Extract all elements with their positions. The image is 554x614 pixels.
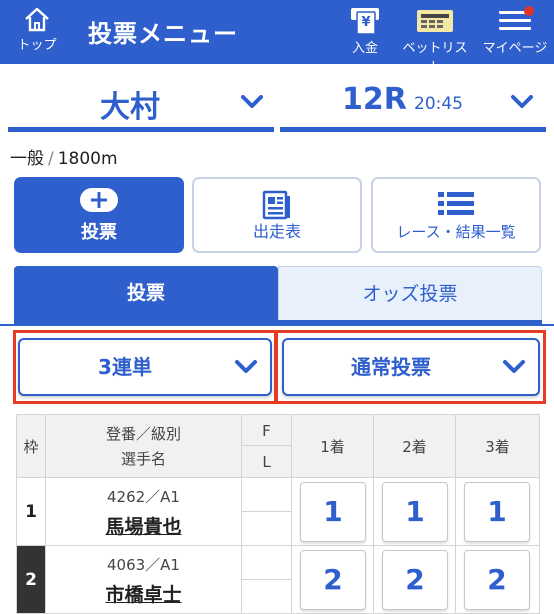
- header-racer-line1: 登番／級別: [105, 425, 181, 443]
- bet-type-select[interactable]: 3連単: [18, 338, 272, 396]
- vote-method-select[interactable]: 通常投票: [282, 338, 540, 396]
- header-l: L: [242, 446, 292, 478]
- top-nav-button[interactable]: トップ: [12, 6, 62, 53]
- chevron-down-icon: [511, 95, 533, 108]
- entry-table-button[interactable]: 出走表: [192, 177, 362, 253]
- header-f: F: [242, 414, 292, 446]
- chevron-down-icon: [241, 95, 263, 108]
- header-waku: 枠: [16, 414, 46, 478]
- top-label: トップ: [17, 38, 57, 53]
- plus-icon: [80, 188, 118, 212]
- app-header: トップ 投票メニュー ¥ 入金 ベットリスト マイページ: [0, 0, 554, 75]
- racer-cell: 4262／A1 馬場貴也: [46, 478, 242, 546]
- deposit-label: 入金: [351, 41, 378, 56]
- bet-first-2[interactable]: 2: [300, 550, 366, 610]
- bet-type-value: 3連単: [98, 355, 152, 379]
- bet-third-1[interactable]: 1: [464, 482, 530, 542]
- home-icon: [25, 7, 49, 32]
- deposit-icon: ¥: [351, 8, 379, 34]
- chevron-down-icon: [235, 360, 257, 373]
- racer-name[interactable]: 市橋卓士: [46, 580, 241, 607]
- mypage-button[interactable]: マイページ: [482, 6, 548, 56]
- racer-f-count: [242, 546, 292, 580]
- betlist-button[interactable]: ベットリスト: [398, 6, 472, 75]
- race-class: 一般: [10, 149, 44, 169]
- header-first: 1着: [292, 414, 374, 478]
- racer-l-count: [242, 512, 292, 546]
- racer-l-count: [242, 580, 292, 614]
- document-icon: [262, 190, 290, 220]
- race-number: 12R: [342, 82, 407, 117]
- chevron-down-icon: [503, 360, 525, 373]
- svg-text:¥: ¥: [361, 15, 370, 30]
- list-icon: [438, 192, 474, 215]
- racer-name[interactable]: 馬場貴也: [46, 512, 241, 539]
- bet-third-2[interactable]: 2: [464, 550, 530, 610]
- tab-vote[interactable]: 投票: [14, 266, 278, 320]
- betlist-label: ベットリスト: [402, 41, 468, 75]
- race-time: 20:45: [414, 94, 463, 114]
- header-racer: 登番／級別 選手名: [46, 414, 242, 478]
- vote-method-value: 通常投票: [351, 355, 431, 379]
- header-third: 3着: [456, 414, 540, 478]
- vote-menu-label: 投票: [81, 222, 117, 243]
- menu-hamburger-icon: [499, 6, 534, 30]
- header-second: 2着: [374, 414, 456, 478]
- race-selector[interactable]: 12R 20:45: [280, 76, 546, 132]
- header-racer-line2: 選手名: [120, 450, 166, 468]
- waku-number: 1: [16, 478, 46, 546]
- bet-first-1[interactable]: 1: [300, 482, 366, 542]
- racer-registration: 4262／A1: [107, 488, 180, 506]
- tab-odds-vote[interactable]: オッズ投票: [278, 266, 542, 320]
- deposit-button[interactable]: ¥ 入金: [342, 6, 388, 56]
- racer-f-count: [242, 478, 292, 512]
- page-title: 投票メニュー: [88, 20, 238, 48]
- place-name: 大村: [100, 90, 160, 125]
- betlist-icon: [417, 10, 453, 32]
- race-info: 一般/1800m: [10, 149, 118, 169]
- bet-second-2[interactable]: 2: [382, 550, 448, 610]
- place-selector[interactable]: 大村: [8, 76, 274, 132]
- entry-table-label: 出走表: [252, 222, 301, 241]
- race-distance: 1800m: [57, 149, 118, 169]
- divider: [0, 324, 554, 326]
- race-results-label: レース・結果一覧: [396, 223, 516, 241]
- vote-tabs: 投票 オッズ投票: [14, 266, 542, 324]
- racer-registration: 4063／A1: [107, 556, 180, 574]
- race-results-button[interactable]: レース・結果一覧: [371, 177, 541, 253]
- bet-second-1[interactable]: 1: [382, 482, 448, 542]
- mypage-label: マイページ: [482, 41, 548, 56]
- vote-menu-button[interactable]: 投票: [14, 177, 184, 253]
